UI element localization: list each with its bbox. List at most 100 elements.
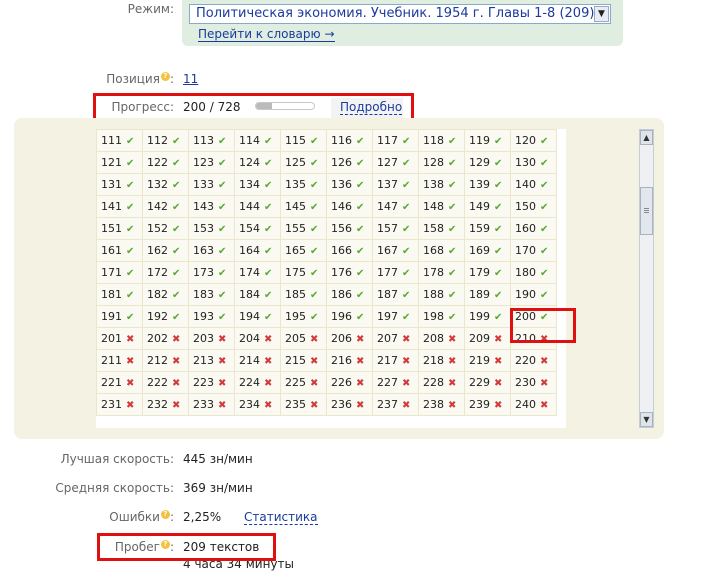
- text-cell[interactable]: 207 ✖: [372, 327, 419, 350]
- text-cell[interactable]: 188 ✔: [418, 283, 465, 306]
- text-cell[interactable]: 202 ✖: [142, 327, 189, 350]
- text-cell[interactable]: 123 ✔: [188, 151, 235, 174]
- text-cell[interactable]: 175 ✔: [280, 261, 327, 284]
- text-cell[interactable]: 183 ✔: [188, 283, 235, 306]
- text-cell[interactable]: 149 ✔: [464, 195, 511, 218]
- text-cell[interactable]: 113 ✔: [188, 129, 235, 152]
- text-cell[interactable]: 180 ✔: [510, 261, 557, 284]
- text-cell[interactable]: 141 ✔: [96, 195, 143, 218]
- text-cell[interactable]: 223 ✖: [188, 371, 235, 394]
- text-cell[interactable]: 162 ✔: [142, 239, 189, 262]
- text-cell[interactable]: 204 ✖: [234, 327, 281, 350]
- text-cell[interactable]: 225 ✖: [280, 371, 327, 394]
- text-cell[interactable]: 170 ✔: [510, 239, 557, 262]
- text-cell[interactable]: 144 ✔: [234, 195, 281, 218]
- text-cell[interactable]: 112 ✔: [142, 129, 189, 152]
- text-cell[interactable]: 128 ✔: [418, 151, 465, 174]
- text-cell[interactable]: 159 ✔: [464, 217, 511, 240]
- text-cell[interactable]: 214 ✖: [234, 349, 281, 372]
- text-cell[interactable]: 139 ✔: [464, 173, 511, 196]
- text-cell[interactable]: 198 ✔: [418, 305, 465, 328]
- text-cell[interactable]: 220 ✖: [510, 349, 557, 372]
- text-cell[interactable]: 147 ✔: [372, 195, 419, 218]
- mode-select[interactable]: Политическая экономия. Учебник. 1954 г. …: [189, 4, 611, 24]
- text-cell[interactable]: 129 ✔: [464, 151, 511, 174]
- help-icon[interactable]: ?: [160, 72, 170, 81]
- text-cell[interactable]: 172 ✔: [142, 261, 189, 284]
- text-cell[interactable]: 176 ✔: [326, 261, 373, 284]
- text-cell[interactable]: 219 ✖: [464, 349, 511, 372]
- text-cell[interactable]: 197 ✔: [372, 305, 419, 328]
- text-cell[interactable]: 239 ✖: [464, 393, 511, 416]
- text-cell[interactable]: 118 ✔: [418, 129, 465, 152]
- text-cell[interactable]: 181 ✔: [96, 283, 143, 306]
- dictionary-link[interactable]: Перейти к словарю →: [198, 27, 335, 42]
- text-cell[interactable]: 120 ✔: [510, 129, 557, 152]
- text-cell[interactable]: 215 ✖: [280, 349, 327, 372]
- text-cell[interactable]: 156 ✔: [326, 217, 373, 240]
- scroll-down-icon[interactable]: ▼: [640, 412, 653, 427]
- text-cell[interactable]: 135 ✔: [280, 173, 327, 196]
- text-cell[interactable]: 201 ✖: [96, 327, 143, 350]
- text-cell[interactable]: 166 ✔: [326, 239, 373, 262]
- text-cell[interactable]: 146 ✔: [326, 195, 373, 218]
- text-cell[interactable]: 182 ✔: [142, 283, 189, 306]
- text-cell[interactable]: 137 ✔: [372, 173, 419, 196]
- text-cell[interactable]: 184 ✔: [234, 283, 281, 306]
- text-cell[interactable]: 187 ✔: [372, 283, 419, 306]
- text-cell[interactable]: 193 ✔: [188, 305, 235, 328]
- text-cell[interactable]: 213 ✖: [188, 349, 235, 372]
- text-cell[interactable]: 218 ✖: [418, 349, 465, 372]
- text-cell[interactable]: 155 ✔: [280, 217, 327, 240]
- text-cell[interactable]: 224 ✖: [234, 371, 281, 394]
- text-cell[interactable]: 151 ✔: [96, 217, 143, 240]
- text-cell[interactable]: 114 ✔: [234, 129, 281, 152]
- text-cell[interactable]: 174 ✔: [234, 261, 281, 284]
- text-cell[interactable]: 143 ✔: [188, 195, 235, 218]
- text-cell[interactable]: 196 ✔: [326, 305, 373, 328]
- text-cell[interactable]: 240 ✖: [510, 393, 557, 416]
- text-cell[interactable]: 208 ✖: [418, 327, 465, 350]
- text-cell[interactable]: 178 ✔: [418, 261, 465, 284]
- text-cell[interactable]: 133 ✔: [188, 173, 235, 196]
- text-cell[interactable]: 167 ✔: [372, 239, 419, 262]
- text-cell[interactable]: 119 ✔: [464, 129, 511, 152]
- text-cell[interactable]: 199 ✔: [464, 305, 511, 328]
- text-cell[interactable]: 173 ✔: [188, 261, 235, 284]
- text-cell[interactable]: 125 ✔: [280, 151, 327, 174]
- text-cell[interactable]: 164 ✔: [234, 239, 281, 262]
- text-cell[interactable]: 195 ✔: [280, 305, 327, 328]
- help-icon[interactable]: ?: [160, 510, 170, 519]
- text-cell[interactable]: 140 ✔: [510, 173, 557, 196]
- text-cell[interactable]: 145 ✔: [280, 195, 327, 218]
- text-cell[interactable]: 169 ✔: [464, 239, 511, 262]
- text-cell[interactable]: 127 ✔: [372, 151, 419, 174]
- text-cell[interactable]: 177 ✔: [372, 261, 419, 284]
- text-cell[interactable]: 132 ✔: [142, 173, 189, 196]
- statistics-link[interactable]: Статистика: [244, 510, 318, 525]
- text-cell[interactable]: 148 ✔: [418, 195, 465, 218]
- text-cell[interactable]: 150 ✔: [510, 195, 557, 218]
- chevron-down-icon[interactable]: ▼: [594, 6, 609, 22]
- text-cell[interactable]: 165 ✔: [280, 239, 327, 262]
- text-cell[interactable]: 179 ✔: [464, 261, 511, 284]
- text-cell[interactable]: 216 ✖: [326, 349, 373, 372]
- text-cell[interactable]: 126 ✔: [326, 151, 373, 174]
- text-cell[interactable]: 229 ✖: [464, 371, 511, 394]
- text-cell[interactable]: 185 ✔: [280, 283, 327, 306]
- text-cell[interactable]: 206 ✖: [326, 327, 373, 350]
- text-cell[interactable]: 138 ✔: [418, 173, 465, 196]
- grid-scrollbar[interactable]: ▲ ▼: [639, 129, 654, 428]
- text-cell[interactable]: 217 ✖: [372, 349, 419, 372]
- text-cell[interactable]: 231 ✖: [96, 393, 143, 416]
- text-cell[interactable]: 153 ✔: [188, 217, 235, 240]
- text-cell[interactable]: 221 ✖: [96, 371, 143, 394]
- text-cell[interactable]: 111 ✔: [96, 129, 143, 152]
- text-cell[interactable]: 191 ✔: [96, 305, 143, 328]
- text-cell[interactable]: 142 ✔: [142, 195, 189, 218]
- text-cell[interactable]: 222 ✖: [142, 371, 189, 394]
- text-cell[interactable]: 115 ✔: [280, 129, 327, 152]
- text-cell[interactable]: 134 ✔: [234, 173, 281, 196]
- text-cell[interactable]: 117 ✔: [372, 129, 419, 152]
- text-cell[interactable]: 236 ✖: [326, 393, 373, 416]
